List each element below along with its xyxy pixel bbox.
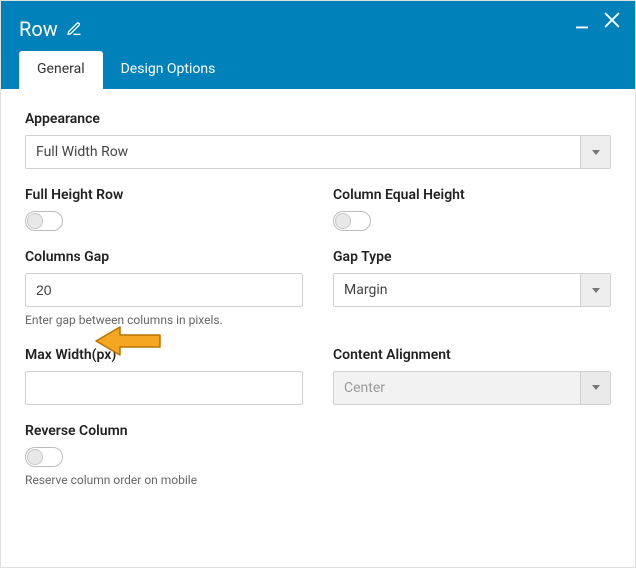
chevron-down-icon: [580, 372, 610, 404]
appearance-select[interactable]: Full Width Row: [25, 135, 611, 169]
columns-gap-label: Columns Gap: [25, 249, 303, 265]
tab-design-options[interactable]: Design Options: [103, 51, 234, 89]
chevron-down-icon: [580, 136, 610, 168]
columns-gap-input[interactable]: [25, 273, 303, 307]
gap-type-select[interactable]: Margin: [333, 273, 611, 307]
gap-type-label: Gap Type: [333, 249, 611, 265]
max-width-input[interactable]: [25, 371, 303, 405]
minimize-icon[interactable]: [573, 13, 591, 31]
content-alignment-label: Content Alignment: [333, 347, 611, 363]
full-height-toggle[interactable]: [25, 211, 63, 231]
reverse-column-desc: Reserve column order on mobile: [25, 473, 611, 489]
column-equal-height-toggle[interactable]: [333, 211, 371, 231]
gap-type-value: Margin: [334, 274, 580, 306]
panel-title: Row: [19, 17, 58, 41]
close-icon[interactable]: [601, 9, 623, 31]
appearance-label: Appearance: [25, 111, 611, 127]
reverse-column-toggle[interactable]: [25, 447, 63, 467]
column-equal-height-label: Column Equal Height: [333, 187, 611, 203]
content-alignment-select[interactable]: Center: [333, 371, 611, 405]
columns-gap-desc: Enter gap between columns in pixels.: [25, 313, 303, 329]
tab-general[interactable]: General: [19, 51, 103, 89]
reverse-column-label: Reverse Column: [25, 423, 611, 439]
tabs: General Design Options: [19, 51, 617, 89]
appearance-value: Full Width Row: [26, 136, 580, 168]
full-height-label: Full Height Row: [25, 187, 303, 203]
chevron-down-icon: [580, 274, 610, 306]
row-settings-panel: Row General Design Options Appearance: [0, 0, 636, 568]
max-width-label: Max Width(px): [25, 347, 303, 363]
content-alignment-value: Center: [334, 372, 580, 404]
edit-title-icon[interactable]: [66, 21, 82, 37]
panel-body: Appearance Full Width Row Full Height Ro…: [1, 89, 635, 567]
panel-header: Row General Design Options: [1, 1, 635, 89]
